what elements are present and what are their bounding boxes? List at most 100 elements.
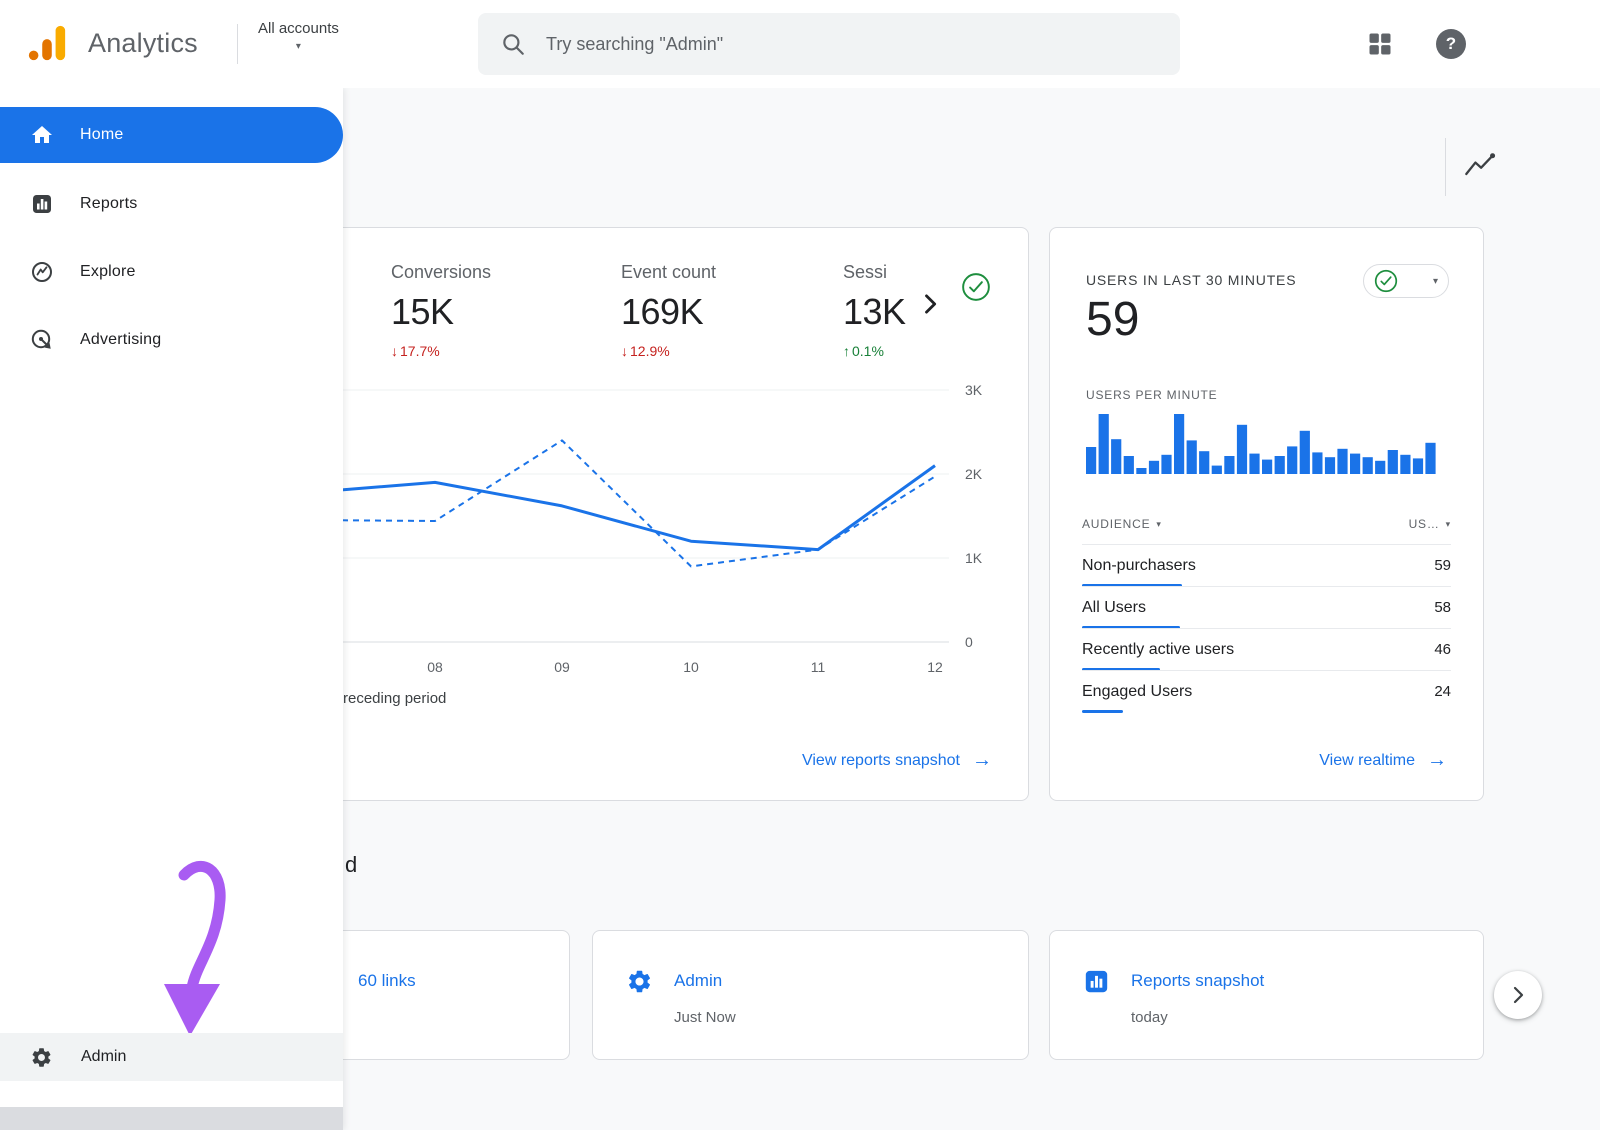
sidebar-bottom-strip <box>0 1107 343 1130</box>
svg-text:09: 09 <box>554 659 570 675</box>
audience-name: Non-purchasers <box>1082 557 1196 575</box>
svg-text:10: 10 <box>683 659 699 675</box>
metric-value: 169K <box>621 291 831 333</box>
realtime-quality-dropdown[interactable]: ▾ <box>1363 264 1449 298</box>
carousel-next-button[interactable] <box>1494 971 1542 1019</box>
metric-label: Sessi <box>843 262 953 283</box>
help-icon[interactable]: ? <box>1436 29 1466 59</box>
check-circle-icon <box>1374 269 1398 293</box>
svg-text:1K: 1K <box>965 550 983 566</box>
metric-label: Conversions <box>391 262 601 283</box>
metric-value: 15K <box>391 291 601 333</box>
users-per-minute-chart <box>1086 414 1438 474</box>
sidebar-item-label: Advertising <box>80 331 161 349</box>
realtime-title: USERS IN LAST 30 MINUTES <box>1086 272 1296 288</box>
side-nav: Home Reports Explore <box>0 88 343 1130</box>
down-arrow-icon: ↓ <box>391 343 398 359</box>
audience-value: 46 <box>1434 641 1451 658</box>
metric-delta: ↑ 0.1% <box>843 343 953 359</box>
reports-icon <box>1083 968 1110 995</box>
chevron-down-icon: ▾ <box>1433 276 1438 287</box>
search-icon <box>500 31 526 57</box>
chart-footnote: receding period <box>343 690 446 707</box>
sort-caret-icon: ▾ <box>1446 519 1451 530</box>
svg-text:3K: 3K <box>965 382 983 398</box>
users-column-header[interactable]: US… ▾ <box>1409 517 1451 531</box>
audience-name: Recently active users <box>1082 641 1234 659</box>
account-switcher-label: All accounts <box>258 20 339 37</box>
svg-text:12: 12 <box>927 659 943 675</box>
link-label: View reports snapshot <box>802 752 960 770</box>
recent-card-title: 60 links <box>358 971 416 991</box>
divider <box>1445 138 1446 196</box>
purple-arrow-icon <box>0 88 343 1130</box>
audience-table: AUDIENCE ▾ US… ▾ Non-purchasers 59 All U… <box>1082 504 1451 712</box>
svg-text:11: 11 <box>811 659 826 675</box>
metric-delta: ↓ 12.9% <box>621 343 831 359</box>
analytics-logo-icon <box>26 22 68 64</box>
section-heading: d <box>345 852 357 878</box>
grid-icon[interactable] <box>1366 30 1394 58</box>
explore-icon <box>30 260 54 284</box>
recent-card-reports-snapshot[interactable]: Reports snapshot today <box>1049 930 1484 1060</box>
metric-conversions[interactable]: Conversions 15K ↓ 17.7% <box>391 262 601 359</box>
sidebar-item-admin[interactable]: Admin <box>0 1033 343 1081</box>
audience-row-bar <box>1082 710 1123 713</box>
right-arrow-icon: → <box>972 749 992 772</box>
reports-icon <box>30 192 54 216</box>
svg-text:0: 0 <box>965 634 973 650</box>
sidebar-item-explore[interactable]: Explore <box>0 248 343 296</box>
recent-card-title: Admin <box>674 971 722 991</box>
audience-value: 59 <box>1434 557 1451 574</box>
audience-value: 24 <box>1434 683 1451 700</box>
sidebar-item-label: Reports <box>80 195 137 213</box>
users-per-minute-label: USERS PER MINUTE <box>1086 388 1217 402</box>
metrics-next-chevron-icon[interactable] <box>916 290 944 323</box>
chevron-down-icon: ▾ <box>296 41 301 52</box>
view-realtime-link[interactable]: View realtime → <box>1319 749 1447 772</box>
top-app-bar: Analytics All accounts ▾ ? <box>0 0 1600 88</box>
sidebar-item-home[interactable]: Home <box>0 107 343 163</box>
sidebar-item-label: Admin <box>81 1048 126 1066</box>
realtime-card: USERS IN LAST 30 MINUTES ▾ 59 USERS PER … <box>1049 227 1484 801</box>
sidebar-item-label: Home <box>80 126 123 144</box>
audience-row[interactable]: All Users 58 <box>1082 586 1451 628</box>
column-label: AUDIENCE <box>1082 517 1150 531</box>
right-arrow-icon: → <box>1427 749 1447 772</box>
audience-row[interactable]: Engaged Users 24 <box>1082 670 1451 712</box>
sidebar-item-advertising[interactable]: Advertising <box>0 316 343 364</box>
search-bar[interactable] <box>478 13 1180 75</box>
gear-icon <box>30 1046 53 1069</box>
gear-icon <box>626 968 653 995</box>
search-input[interactable] <box>546 34 1158 55</box>
account-switcher[interactable]: All accounts ▾ <box>258 20 339 52</box>
recent-card-subtitle: today <box>1131 1009 1168 1026</box>
delta-value: 0.1% <box>852 343 884 359</box>
app-name: Analytics <box>88 28 198 59</box>
data-quality-check-icon[interactable] <box>961 272 991 307</box>
delta-value: 12.9% <box>630 343 670 359</box>
view-reports-snapshot-link[interactable]: View reports snapshot → <box>802 749 992 772</box>
metric-label: Event count <box>621 262 831 283</box>
recent-card-admin[interactable]: Admin Just Now <box>592 930 1029 1060</box>
home-overview-card: Conversions 15K ↓ 17.7% Event count 169K… <box>330 227 1029 801</box>
audience-name: Engaged Users <box>1082 683 1192 701</box>
down-arrow-icon: ↓ <box>621 343 628 359</box>
insights-icon[interactable] <box>1462 150 1498 182</box>
audience-column-header[interactable]: AUDIENCE ▾ <box>1082 517 1162 531</box>
sidebar-item-label: Explore <box>80 263 136 281</box>
up-arrow-icon: ↑ <box>843 343 850 359</box>
audience-table-header: AUDIENCE ▾ US… ▾ <box>1082 504 1451 544</box>
question-mark: ? <box>1446 34 1456 54</box>
delta-value: 17.7% <box>400 343 440 359</box>
audience-row[interactable]: Non-purchasers 59 <box>1082 544 1451 586</box>
recent-card-title: Reports snapshot <box>1131 971 1264 991</box>
svg-text:08: 08 <box>427 659 443 675</box>
analytics-logo[interactable]: Analytics <box>26 22 198 64</box>
audience-row[interactable]: Recently active users 46 <box>1082 628 1451 670</box>
svg-text:2K: 2K <box>965 466 983 482</box>
sidebar-item-reports[interactable]: Reports <box>0 180 343 228</box>
header-divider <box>237 24 238 64</box>
metric-event-count[interactable]: Event count 169K ↓ 12.9% <box>621 262 831 359</box>
metric-delta: ↓ 17.7% <box>391 343 601 359</box>
